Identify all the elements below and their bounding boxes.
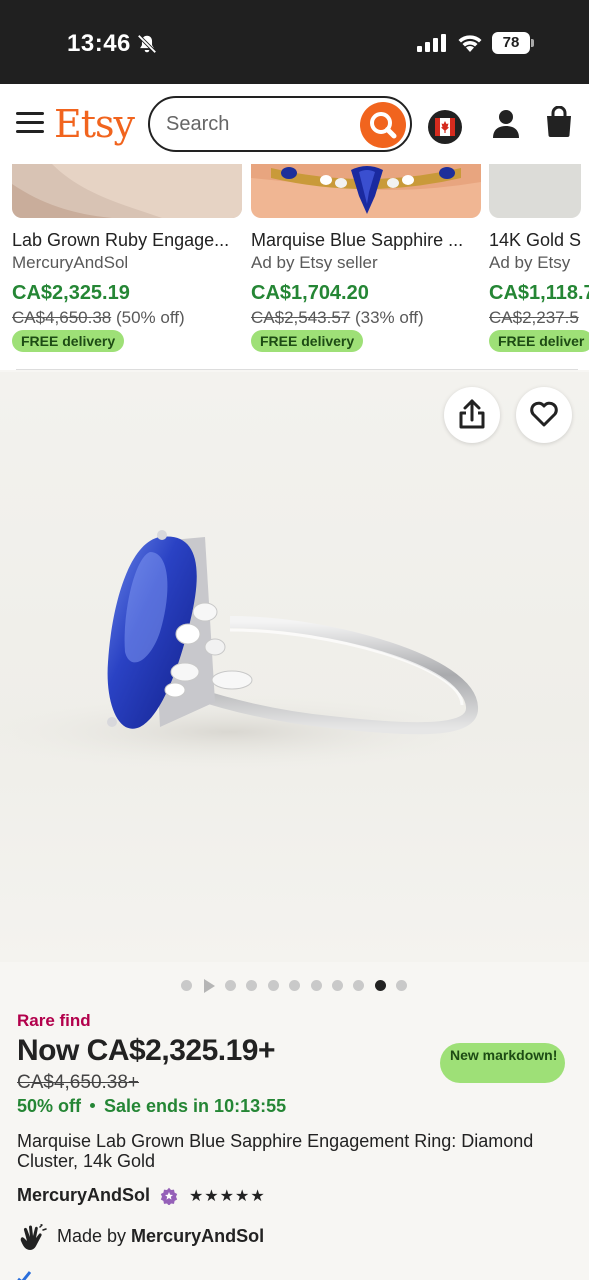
- favorite-button[interactable]: [516, 387, 572, 443]
- search-icon: [370, 112, 397, 139]
- recommendation-title: Marquise Blue Sapphire ...: [251, 230, 464, 250]
- pager-dot[interactable]: [311, 980, 322, 991]
- discount-label: 50% off: [17, 1096, 82, 1116]
- shop-name-link[interactable]: MercuryAndSol: [17, 1185, 150, 1205]
- cellular-signal-icon: [417, 34, 446, 52]
- recommendations-carousel[interactable]: Lab Grown Ruby Engage... MercuryAndSol C…: [0, 164, 589, 370]
- canada-flag-icon: [429, 111, 461, 143]
- made-by-prefix: Made by: [57, 1226, 132, 1246]
- share-icon: [459, 399, 485, 429]
- recommendation-seller: Ad by Etsy seller: [251, 253, 378, 272]
- made-by-text: Made by MercuryAndSol: [57, 1226, 264, 1247]
- bell-off-icon: [137, 34, 157, 54]
- recommendation-image: [12, 164, 242, 218]
- original-price-value: CA$2,237.5: [489, 308, 579, 327]
- pager-dot[interactable]: [268, 980, 279, 991]
- rare-find-label: Rare find: [17, 1011, 91, 1030]
- app-header: Etsy: [0, 84, 589, 164]
- recommendation-title: 14K Gold S: [489, 230, 582, 250]
- pager-dot-active[interactable]: [375, 980, 386, 991]
- recommendation-title: Lab Grown Ruby Engage...: [12, 230, 230, 250]
- pager-dot[interactable]: [225, 980, 236, 991]
- status-bar: 13:46 78: [0, 0, 589, 84]
- discount-label: (33% off): [354, 308, 424, 327]
- recommendation-image: [251, 164, 481, 218]
- search-button[interactable]: [360, 102, 406, 148]
- pager-dot[interactable]: [289, 980, 300, 991]
- check-icon: [17, 1271, 31, 1280]
- shopping-bag-icon[interactable]: [544, 106, 574, 138]
- pager-dot[interactable]: [396, 980, 407, 991]
- hand-made-icon: [20, 1224, 47, 1250]
- product-image[interactable]: [0, 372, 589, 962]
- original-price-value: CA$2,543.57: [251, 308, 351, 327]
- recommendation-price: CA$1,704.20: [251, 282, 369, 304]
- discount-label: (50% off): [115, 308, 185, 327]
- recommendation-original-price: CA$2,237.5: [489, 308, 579, 328]
- search-input[interactable]: [166, 110, 346, 138]
- separator-dot: [90, 1102, 96, 1108]
- product-title: Marquise Lab Grown Blue Sapphire Engagem…: [17, 1131, 534, 1171]
- free-delivery-badge: FREE delivery: [12, 330, 125, 352]
- free-delivery-badge: FREE deliver: [489, 330, 589, 352]
- status-time: 13:46: [67, 30, 131, 57]
- original-price-value: CA$4,650.38: [12, 308, 112, 327]
- recommendation-price: CA$2,325.19: [12, 282, 130, 304]
- made-by-shop-link[interactable]: MercuryAndSol: [131, 1226, 264, 1246]
- battery-cap: [531, 39, 534, 47]
- sale-info: 50% off Sale ends in 10:13:55: [17, 1096, 286, 1117]
- search-bar[interactable]: [148, 96, 412, 152]
- region-button[interactable]: [428, 110, 462, 144]
- pager-dot[interactable]: [181, 980, 192, 991]
- battery-indicator: 78: [492, 32, 534, 54]
- shop-info[interactable]: MercuryAndSol ★★★★★: [17, 1185, 266, 1207]
- play-icon[interactable]: [204, 979, 215, 993]
- share-button[interactable]: [444, 387, 500, 443]
- divider: [16, 369, 578, 370]
- rating-stars[interactable]: ★★★★★: [189, 1186, 266, 1206]
- free-delivery-badge: FREE delivery: [251, 330, 364, 352]
- pager-dot[interactable]: [246, 980, 257, 991]
- wifi-icon: [458, 35, 482, 52]
- etsy-logo[interactable]: Etsy: [54, 102, 135, 146]
- heart-icon: [530, 401, 558, 427]
- original-price: CA$4,650.38+: [17, 1072, 140, 1093]
- current-price: Now CA$2,325.19+: [17, 1034, 275, 1067]
- image-pager[interactable]: [0, 978, 589, 994]
- pager-dot[interactable]: [332, 980, 343, 991]
- recommendation-original-price: CA$2,543.57 (33% off): [251, 308, 424, 328]
- recommendation-price: CA$1,118.7: [489, 282, 589, 304]
- pager-dot[interactable]: [353, 980, 364, 991]
- recommendation-image: [489, 164, 581, 218]
- battery-level: 78: [492, 32, 530, 54]
- sale-countdown: Sale ends in 10:13:55: [104, 1096, 287, 1116]
- star-seller-icon: [161, 1187, 178, 1205]
- menu-icon[interactable]: [16, 112, 44, 134]
- new-markdown-badge: New markdown!: [440, 1043, 565, 1083]
- recommendation-seller: Ad by Etsy: [489, 253, 571, 272]
- recommendation-original-price: CA$4,650.38 (50% off): [12, 308, 185, 328]
- recommendation-seller: MercuryAndSol: [12, 253, 129, 272]
- user-icon[interactable]: [491, 108, 521, 140]
- recommendation-card[interactable]: 14K Gold S Ad by Etsy CA$1,118.7 CA$2,23…: [489, 164, 589, 370]
- ring-image: [0, 530, 490, 772]
